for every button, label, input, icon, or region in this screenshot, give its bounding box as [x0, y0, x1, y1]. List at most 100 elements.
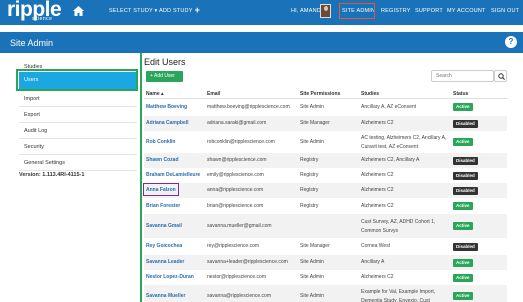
user-site-permission: Site Admin	[300, 259, 324, 265]
status-badge[interactable]: Active	[453, 274, 473, 282]
table-row: Brian Forester brian@ripplescience.com Reg…	[144, 198, 507, 214]
user-studies: Dementia Study, Envexio, Cust	[361, 298, 430, 302]
user-site-permission: Site Admin	[300, 274, 324, 280]
table-row: Rob Conklin robconklin@ripplescience.com S…	[144, 131, 507, 153]
table-row: Adriana Campbell adriana.saraki@gmail.com…	[144, 116, 507, 131]
user-email: rey@ripplescience.com	[207, 243, 260, 249]
page-header-title: Site Admin	[10, 38, 54, 48]
status-badge[interactable]: Disabled	[453, 187, 478, 195]
table-row: Anna Falzon anna@ripplescience.com Registr…	[144, 183, 507, 198]
user-studies: Alzheimers C2	[361, 120, 394, 126]
user-studies: Alzheimers C2	[361, 172, 394, 178]
table-row: Shawn Cozad shawn@ripplescience.com Regist…	[144, 153, 507, 168]
table-row: Rey Goicochea rey@ripplescience.com Site M…	[144, 238, 507, 255]
user-email: adriana.saraki@gmail.com	[207, 120, 267, 126]
user-name-link[interactable]: Savanna Mueller	[146, 293, 185, 300]
user-name-link[interactable]: Rob Conklin	[146, 139, 175, 146]
user-site-permission: Registry	[300, 187, 319, 193]
column-header-site-permissions: Site Permissions	[300, 91, 341, 97]
user-email: savanna@ripplescience.com	[207, 293, 271, 299]
user-studies: Cornea West	[361, 243, 391, 249]
table-row: Braham DeLamielleure emily@ripplescience.…	[144, 168, 507, 183]
sidebar-item-security[interactable]: Security	[19, 139, 137, 155]
table-row: Matthew Boeving matthew.boeving@ripplesci…	[144, 99, 507, 115]
table-row: Savanna Mueller savanna@ripplescience.com…	[144, 285, 507, 302]
status-badge[interactable]: Disabled	[453, 172, 478, 180]
status-badge[interactable]: Disabled	[453, 157, 478, 165]
user-email: savanna+leader@ripplescience.com	[207, 259, 288, 265]
user-studies: AC testing, Alzheimers C2, Ancillary A,	[361, 135, 447, 141]
status-badge[interactable]: Disabled	[453, 243, 478, 251]
user-name-link[interactable]: Savanna Gmail	[146, 223, 182, 230]
user-name-link[interactable]: Brian Forester	[146, 203, 180, 210]
user-email: robconklin@ripplescience.com	[207, 139, 275, 145]
user-site-permission: Site Admin	[300, 104, 324, 110]
status-badge[interactable]: Active	[453, 222, 473, 230]
user-name-link[interactable]: Shawn Cozad	[146, 157, 179, 164]
user-studies: Cust Survey, AZ, ADHD Cohort 1,	[361, 219, 436, 225]
search-icon	[498, 73, 505, 80]
help-icon[interactable]: ?	[505, 36, 517, 48]
nav-registry[interactable]: REGISTRY	[381, 8, 411, 14]
sidebar-item-export[interactable]: Export	[19, 107, 137, 123]
column-header-studies: Studies	[361, 91, 380, 97]
column-header-status: Status	[453, 91, 469, 97]
user-email: anna@ripplescience.com	[207, 187, 264, 193]
user-name-link[interactable]: Savanna Leader	[146, 259, 184, 266]
page-header-bar: Site Admin	[0, 32, 523, 53]
user-email: matthew.boeving@ripplescience.com	[207, 104, 290, 110]
status-badge[interactable]: Active	[453, 138, 473, 146]
home-icon[interactable]	[73, 6, 84, 16]
user-name-link[interactable]: Adriana Campbell	[146, 120, 189, 127]
user-site-permission: Registry	[300, 157, 319, 163]
user-site-permission: Registry	[300, 172, 319, 178]
status-badge[interactable]: Active	[453, 292, 473, 300]
user-studies: Alzheimers C2	[361, 187, 394, 193]
nav-support[interactable]: SUPPORT	[415, 8, 443, 14]
user-name-link[interactable]: Rey Goicochea	[146, 243, 182, 250]
user-name-link[interactable]: Matthew Boeving	[146, 104, 187, 111]
search-button[interactable]	[494, 70, 507, 82]
sidebar-item-general-settings[interactable]: General Settings	[19, 155, 137, 171]
status-badge[interactable]: Active	[453, 103, 473, 111]
user-studies: Alzheimers C2, Ancillary A	[361, 157, 420, 163]
user-studies: Curavit test, AZ eConsent	[361, 144, 418, 150]
user-studies: Ancillary A	[361, 259, 385, 265]
add-study-link[interactable]: ADD STUDY +	[159, 5, 201, 15]
user-site-permission: Site Admin	[300, 293, 324, 299]
plus-icon: +	[194, 5, 201, 15]
top-navbar: ripple science SELECT STUDY ▾ ADD STUDY +…	[0, 0, 523, 25]
sidebar-item-import[interactable]: Import	[19, 91, 137, 107]
status-badge[interactable]: Active	[453, 259, 473, 267]
content-divider	[140, 53, 142, 302]
column-header-name[interactable]: Name ▴	[146, 91, 164, 97]
table-row: Savanna Leader savanna+leader@ripplescien…	[144, 255, 507, 270]
user-studies: Alzheimers C2	[361, 203, 394, 209]
site-admin-highlight	[339, 3, 375, 19]
status-badge[interactable]: Disabled	[453, 120, 478, 128]
status-badge[interactable]: Active	[453, 202, 473, 210]
avatar[interactable]	[320, 4, 331, 18]
user-site-permission: Site Manager	[300, 120, 330, 126]
user-email: shawn@ripplescience.com	[207, 157, 267, 163]
nav-my-account[interactable]: MY ACCOUNT	[447, 8, 486, 14]
select-study-menu[interactable]: SELECT STUDY ▾	[109, 8, 157, 14]
anna-falzon-highlight	[143, 183, 179, 196]
user-studies: Ancillary A, AZ eConsent	[361, 104, 417, 110]
add-user-button[interactable]: + Add User	[146, 71, 183, 82]
users-tab-highlight	[16, 69, 138, 91]
search-input[interactable]	[431, 70, 494, 82]
nav-sign-out[interactable]: SIGN OUT	[491, 8, 519, 14]
logo-subtext: science	[32, 16, 53, 22]
user-site-permission: Site Manager	[300, 243, 330, 249]
user-email: savanna.mueller@gmail.com	[207, 223, 272, 229]
user-name-link[interactable]: Braham DeLamielleure	[146, 172, 200, 179]
table-row: Nestor Lopez-Duran nestor@ripplescience.c…	[144, 270, 507, 285]
user-name-link[interactable]: Nestor Lopez-Duran	[146, 274, 194, 281]
user-site-permission: Registry	[300, 203, 319, 209]
user-email: nestor@ripplescience.com	[207, 274, 266, 280]
table-row: Savanna Gmail savanna.mueller@gmail.com Cu…	[144, 214, 507, 238]
sidebar-item-audit-log[interactable]: Audit Log	[19, 123, 137, 139]
user-site-permission: Site Admin	[300, 139, 324, 145]
user-email: brian@ripplescience.com	[207, 203, 264, 209]
